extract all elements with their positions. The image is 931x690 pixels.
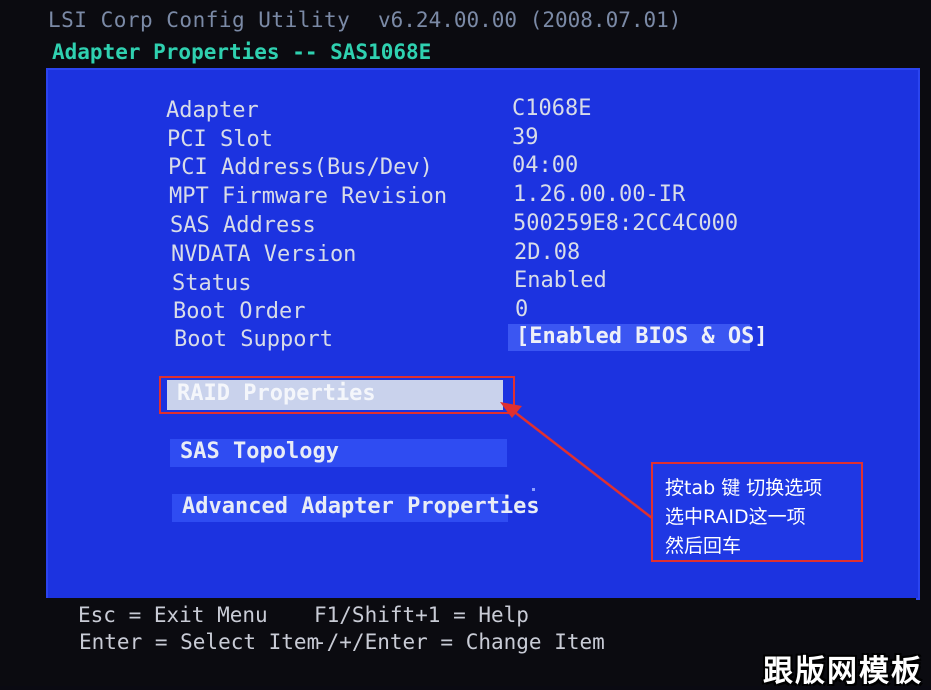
app-title: LSI Corp Config Utility — [48, 8, 351, 32]
watermark: 跟版网模板 — [763, 654, 923, 689]
value-pci-address: 04:00 — [512, 153, 579, 178]
footer-enter-hint: Enter = Select Item — [79, 630, 320, 654]
value-sas-address: 500259E8:2CC4C000 — [513, 211, 739, 236]
value-status: Enabled — [514, 268, 607, 293]
menu-item-sas-topology[interactable]: SAS Topology — [170, 439, 507, 467]
label-firmware: MPT Firmware Revision — [169, 184, 448, 209]
annotation-callout: 按tab 键 切换选项 选中RAID这一项 然后回车 — [651, 462, 863, 562]
menu-item-label: SAS Topology — [180, 439, 339, 464]
label-adapter: Adapter — [166, 98, 259, 123]
app-version: v6.24.00.00 (2008.07.01) — [378, 8, 682, 32]
value-firmware: 1.26.00.00-IR — [513, 182, 686, 207]
bios-screen: LSI Corp Config Utility v6.24.00.00 (200… — [0, 0, 931, 689]
footer-f1-hint: F1/Shift+1 = Help — [314, 603, 529, 627]
value-nvdata: 2D.08 — [514, 240, 581, 265]
boot-support-value: [Enabled BIOS & OS] — [516, 324, 768, 349]
annotation-line-1: 按tab 键 切换选项 — [665, 477, 823, 499]
footer-esc-hint: Esc = Exit Menu — [78, 603, 268, 627]
value-boot-order: 0 — [515, 297, 529, 322]
label-nvdata: NVDATA Version — [171, 242, 357, 267]
value-adapter: C1068E — [512, 96, 592, 121]
annotation-line-3: 然后回车 — [665, 535, 742, 557]
boot-support-field[interactable]: [Enabled BIOS & OS] — [508, 324, 768, 351]
menu-item-advanced-adapter-properties[interactable]: Advanced Adapter Properties — [172, 494, 540, 522]
label-boot-support: Boot Support — [174, 327, 333, 352]
value-pci-slot: 39 — [512, 125, 539, 150]
pixel-artifact — [532, 488, 535, 491]
label-sas-address: SAS Address — [170, 213, 316, 238]
label-pci-slot: PCI Slot — [167, 127, 273, 152]
menu-item-label: Advanced Adapter Properties — [182, 494, 540, 519]
label-status: Status — [172, 271, 252, 296]
label-pci-address: PCI Address(Bus/Dev) — [168, 155, 433, 180]
page-title: Adapter Properties -- SAS1068E — [52, 40, 432, 64]
footer-change-hint: -/+/Enter = Change Item — [314, 630, 605, 654]
annotation-line-2: 选中RAID这一项 — [665, 506, 806, 528]
highlight-box — [159, 376, 515, 414]
label-boot-order: Boot Order — [173, 299, 306, 324]
